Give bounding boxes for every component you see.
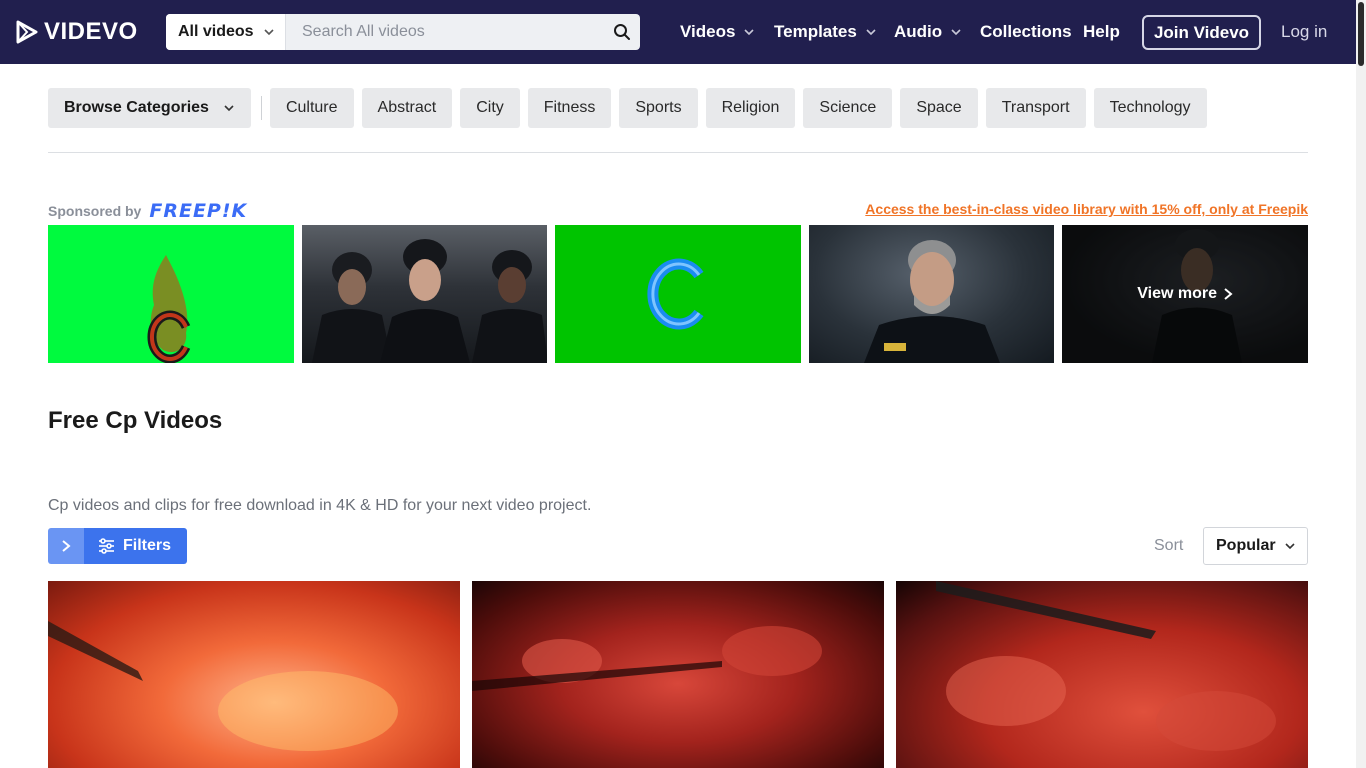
- login-link[interactable]: Log in: [1281, 22, 1327, 42]
- chevron-down-icon: [951, 29, 961, 36]
- search-icon: [614, 24, 630, 40]
- nav-item-help[interactable]: Help: [1083, 0, 1120, 64]
- police-officers-image: [311, 239, 548, 363]
- chevron-down-icon: [744, 29, 755, 36]
- sauce-closeup-image: [936, 581, 1276, 751]
- sponsored-header: Sponsored by FREEP!K: [48, 200, 247, 222]
- police-officer-portrait-image: [863, 240, 1000, 363]
- sponsored-thumbnail-view-more[interactable]: View more: [1062, 225, 1308, 363]
- category-chip-city[interactable]: City: [460, 88, 520, 128]
- video-result-card[interactable]: [472, 581, 884, 768]
- logo-text: VIDEVO: [44, 18, 138, 45]
- videvo-logo[interactable]: VIDEVO: [16, 18, 138, 45]
- filters-label: Filters: [123, 537, 172, 554]
- sliders-icon: [99, 538, 114, 554]
- view-more-label: View more: [1137, 285, 1218, 302]
- top-navigation: VIDEVO All videos Videos Templates Audio…: [0, 0, 1366, 64]
- page-title: Free Cp Videos: [48, 407, 223, 434]
- category-chip-technology[interactable]: Technology: [1093, 88, 1207, 128]
- nav-item-templates[interactable]: Templates: [774, 0, 877, 64]
- search-button[interactable]: [604, 14, 640, 50]
- view-more-button[interactable]: View more: [1062, 225, 1308, 363]
- page-scrollbar[interactable]: [1356, 0, 1366, 768]
- nav-label-videos: Videos: [680, 22, 736, 41]
- section-divider: [48, 152, 1308, 153]
- search-scope-select[interactable]: All videos: [166, 14, 286, 50]
- category-chip-space[interactable]: Space: [900, 88, 978, 128]
- nav-item-videos[interactable]: Videos: [680, 0, 755, 64]
- category-chip-religion[interactable]: Religion: [705, 88, 796, 128]
- blue-letter-c-image: [647, 258, 704, 330]
- chevron-right-icon: [1224, 288, 1233, 300]
- category-divider: [260, 96, 262, 120]
- chevron-down-icon: [1284, 543, 1295, 550]
- scrollbar-thumb[interactable]: [1358, 2, 1364, 66]
- nav-item-audio[interactable]: Audio: [894, 0, 962, 64]
- fire-letter-c-image: [147, 255, 191, 363]
- sort-label: Sort: [1154, 537, 1184, 554]
- search-input[interactable]: [286, 14, 604, 50]
- nav-label-audio: Audio: [894, 22, 943, 41]
- sauce-closeup-image: [48, 621, 398, 751]
- category-chip-sports[interactable]: Sports: [619, 88, 698, 128]
- sponsored-thumbnail[interactable]: [48, 225, 294, 363]
- search-scope-label: All videos: [178, 23, 254, 40]
- filter-sidebar-toggle[interactable]: [48, 528, 84, 564]
- chevron-down-icon: [264, 29, 274, 36]
- category-chip-fitness[interactable]: Fitness: [527, 88, 612, 128]
- chevron-right-icon: [62, 540, 71, 552]
- sponsored-thumbnail[interactable]: [808, 225, 1055, 363]
- sponsored-thumbnail[interactable]: [555, 225, 801, 363]
- freepik-promo-link[interactable]: Access the best-in-class video library w…: [865, 201, 1308, 217]
- category-chip-transport[interactable]: Transport: [985, 88, 1086, 128]
- browse-categories-label: Browse Categories: [64, 99, 209, 116]
- nav-label-collections: Collections: [980, 22, 1072, 41]
- video-result-card[interactable]: [896, 581, 1308, 768]
- sauce-closeup-image: [472, 626, 822, 691]
- join-videvo-button[interactable]: Join Videvo: [1142, 15, 1261, 50]
- nav-item-collections[interactable]: Collections: [980, 0, 1072, 64]
- category-chip-science[interactable]: Science: [803, 88, 893, 128]
- category-chip-culture[interactable]: Culture: [269, 88, 354, 128]
- sort-value: Popular: [1216, 537, 1276, 554]
- nav-label-help: Help: [1083, 22, 1120, 41]
- video-results-grid: [48, 581, 1308, 768]
- search-bar: All videos: [166, 14, 640, 50]
- nav-label-templates: Templates: [774, 22, 857, 41]
- category-bar: Browse Categories Culture Abstract City …: [48, 88, 1215, 128]
- videvo-logo-icon: [16, 20, 38, 44]
- filters-button[interactable]: Filters: [84, 528, 188, 564]
- sponsored-label: Sponsored by: [48, 203, 142, 219]
- freepik-logo[interactable]: FREEP!K: [149, 200, 247, 222]
- category-chip-abstract[interactable]: Abstract: [361, 88, 453, 128]
- sponsored-thumbnails: View more: [48, 225, 1308, 363]
- sort-select[interactable]: Popular: [1203, 527, 1308, 565]
- browse-categories-button[interactable]: Browse Categories: [48, 88, 251, 128]
- chevron-down-icon: [866, 29, 876, 36]
- filter-bar: Filters: [48, 528, 188, 564]
- sponsored-thumbnail[interactable]: [301, 225, 548, 363]
- chevron-down-icon: [224, 105, 234, 112]
- page-description: Cp videos and clips for free download in…: [48, 497, 592, 514]
- video-result-card[interactable]: [48, 581, 460, 768]
